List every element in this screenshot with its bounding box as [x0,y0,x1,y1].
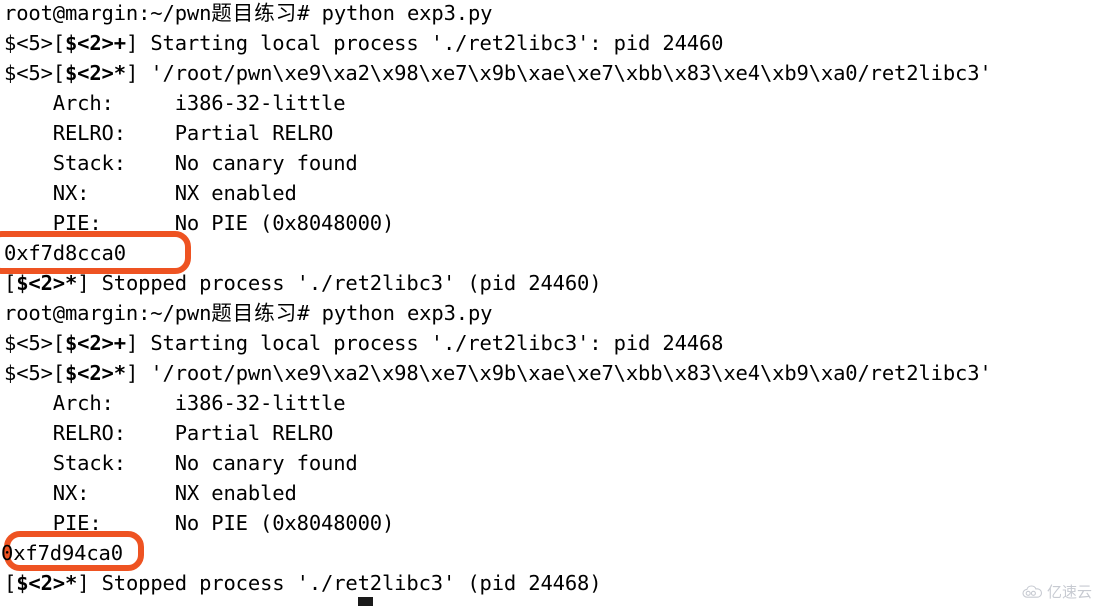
binary-path: '/root/pwn\xe9\xa2\x98\xe7\x9b\xae\xe7\x… [150,361,992,385]
terminal-line-path-1: $<5>[$<2>*] '/root/pwn\xe9\xa2\x98\xe7\x… [4,58,992,88]
log-bracket-close: ] [125,361,151,385]
log-status-icon: + [113,31,126,55]
leaked-address-1: 0xf7d8cca0 [4,238,126,268]
prompt-path: root@margin:~/pwn [4,1,212,25]
leaked-address-2: 0xf7d94ca0 [1,538,123,568]
checksec-nx-2: NX: NX enabled [4,478,297,508]
terminal-line-start-1: $<5>[$<2>+] Starting local process './re… [4,28,724,58]
watermark: 亿速云 [1022,581,1092,602]
log-message: Starting local process './ret2libc3': pi… [150,31,724,55]
checksec-arch-2: Arch: i386-32-little [4,388,346,418]
checksec-relro-1: RELRO: Partial RELRO [4,118,334,148]
log-status-icon: * [113,361,126,385]
checksec-arch-1: Arch: i386-32-little [4,88,346,118]
log-prefix: $<5>[ [4,31,65,55]
terminal-line-stop-1: [$<2>*] Stopped process './ret2libc3' (p… [4,268,602,298]
checksec-value: Partial RELRO [174,121,334,145]
log-bracket-open: [ [4,571,17,595]
checksec-value: NX enabled [174,181,297,205]
log-message: ] Stopped process './ret2libc3' (pid 244… [77,271,602,295]
log-badge: $<2> [64,31,114,55]
log-bracket-open: [ [4,271,17,295]
checksec-value: i386-32-little [174,391,346,415]
terminal-line-start-2: $<5>[$<2>+] Starting local process './re… [4,328,724,358]
checksec-label: NX: [4,481,90,505]
checksec-nx-1: NX: NX enabled [4,178,297,208]
log-badge: $<2> [16,571,65,595]
checksec-label: Stack: [4,451,126,475]
checksec-value: No PIE (0x8048000) [174,511,395,535]
terminal-cursor [358,597,373,606]
checksec-relro-2: RELRO: Partial RELRO [4,418,334,448]
cloud-icon [1022,584,1044,599]
log-status-icon: * [64,271,78,295]
checksec-value: i386-32-little [174,91,346,115]
terminal-line-path-2: $<5>[$<2>*] '/root/pwn\xe9\xa2\x98\xe7\x… [4,358,992,388]
checksec-label: RELRO: [4,121,126,145]
log-message: Starting local process './ret2libc3': pi… [150,331,724,355]
terminal-window[interactable]: root@margin:~/pwn题目练习# python exp3.py $<… [0,0,1106,606]
checksec-value: No canary found [174,151,358,175]
binary-path: '/root/pwn\xe9\xa2\x98\xe7\x9b\xae\xe7\x… [150,61,992,85]
checksec-value: NX enabled [174,481,297,505]
log-prefix: $<5>[ [4,331,65,355]
checksec-label: Arch: [4,91,114,115]
checksec-label: Stack: [4,151,126,175]
log-status-icon: * [64,571,78,595]
checksec-value: No PIE (0x8048000) [174,211,395,235]
leaked-address-value: 0xf7d94ca0 [1,541,123,565]
log-prefix: $<5>[ [4,361,65,385]
checksec-stack-2: Stack: No canary found [4,448,358,478]
prompt-path-cjk: 题目练习 [211,301,298,325]
log-bracket-close: ] [125,31,151,55]
log-message: ] Stopped process './ret2libc3' (pid 244… [77,571,602,595]
log-bracket-close: ] [125,331,151,355]
checksec-value: Partial RELRO [174,421,334,445]
log-badge: $<2> [64,61,114,85]
checksec-stack-1: Stack: No canary found [4,148,358,178]
checksec-label: NX: [4,181,90,205]
terminal-line-stop-2: [$<2>*] Stopped process './ret2libc3' (p… [4,568,602,598]
terminal-line-prompt-2: root@margin:~/pwn题目练习# python exp3.py [4,298,492,328]
prompt-path: root@margin:~/pwn [4,301,212,325]
checksec-value: No canary found [174,451,358,475]
log-badge: $<2> [64,331,114,355]
watermark-text: 亿速云 [1046,583,1092,601]
log-badge: $<2> [64,361,114,385]
checksec-pie-2: PIE: No PIE (0x8048000) [4,508,395,538]
prompt-command: # python exp3.py [297,301,493,325]
checksec-label: PIE: [4,511,102,535]
prompt-path-cjk: 题目练习 [211,1,298,25]
terminal-line-prompt-1: root@margin:~/pwn题目练习# python exp3.py [4,0,492,28]
checksec-label: PIE: [4,211,102,235]
log-status-icon: + [113,331,126,355]
prompt-command: # python exp3.py [297,1,493,25]
checksec-pie-1: PIE: No PIE (0x8048000) [4,208,395,238]
checksec-label: Arch: [4,391,114,415]
log-badge: $<2> [16,271,65,295]
log-prefix: $<5>[ [4,61,65,85]
checksec-label: RELRO: [4,421,126,445]
log-status-icon: * [113,61,126,85]
leaked-address-value: 0xf7d8cca0 [4,241,126,265]
log-bracket-close: ] [125,61,151,85]
